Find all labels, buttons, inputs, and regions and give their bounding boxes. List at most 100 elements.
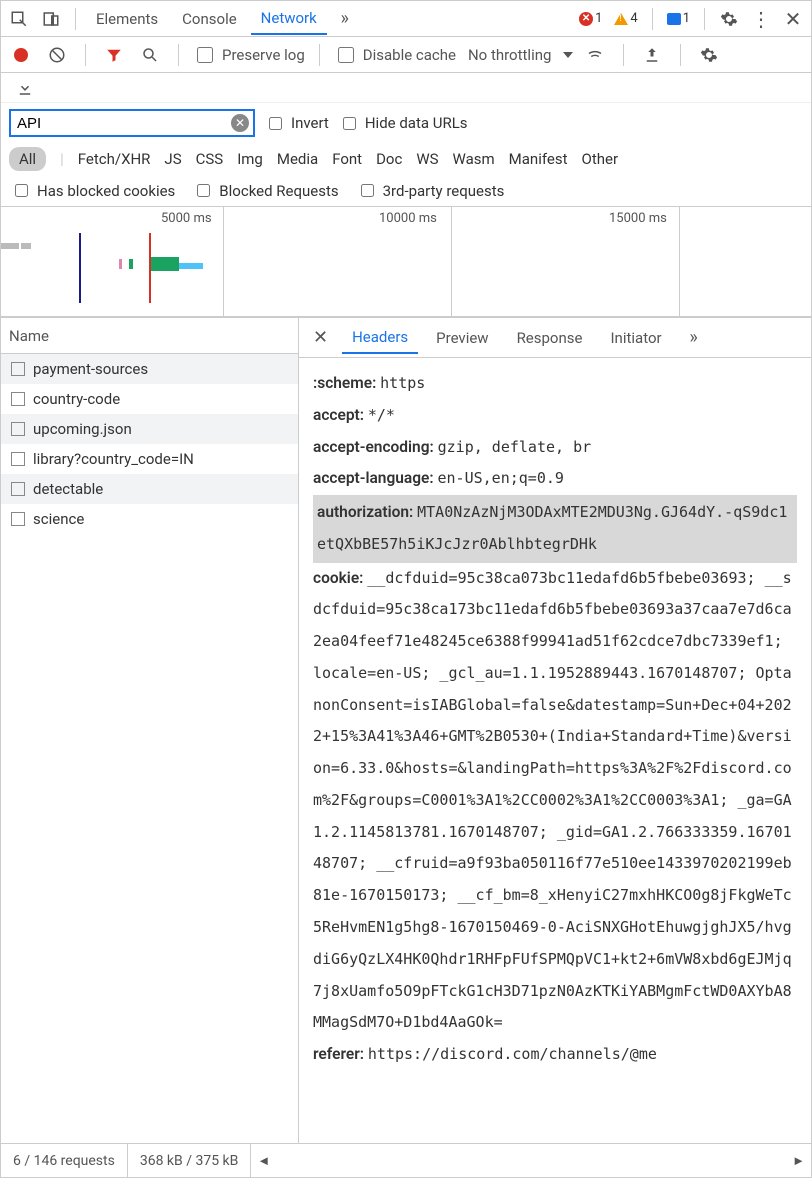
invert-label: Invert [291,114,329,132]
warning-count: 4 [630,11,637,26]
filter-input-container: ✕ [9,109,255,137]
request-list: payment-sources country-code upcoming.json… [1,354,298,1143]
close-devtools-icon[interactable]: ✕ [779,5,807,33]
filter-doc[interactable]: Doc [376,150,402,168]
filter-icon[interactable] [100,41,128,69]
tab-headers[interactable]: Headers [342,322,418,354]
request-details-pane: ✕ Headers Preview Response Initiator » :… [299,318,811,1143]
more-details-tabs-icon[interactable]: » [680,324,708,352]
clear-filter-icon[interactable]: ✕ [231,114,249,132]
separator [704,8,705,30]
close-details-icon[interactable]: ✕ [307,327,334,348]
separator [680,44,681,66]
status-size: 368 kB / 375 kB [128,1144,252,1177]
header-accept-language: accept-language: en-US,en;q=0.9 [313,463,797,495]
preserve-log-label: Preserve log [222,46,305,64]
third-party-label: 3rd-party requests [383,182,505,200]
request-list-pane: Name payment-sources country-code upcoming… [1,318,299,1143]
error-badge[interactable]: ✕ 1 [575,9,606,28]
invert-checkbox[interactable]: Invert [265,114,329,133]
tab-preview[interactable]: Preview [426,323,498,353]
third-party-checkbox[interactable]: 3rd-party requests [357,181,505,200]
devtools-main-tabs: Elements Console Network » ✕ 1 4 1 ⋮ ✕ [1,1,811,37]
request-row[interactable]: upcoming.json [1,414,298,444]
filter-ws[interactable]: WS [416,150,438,168]
record-button[interactable] [7,41,35,69]
filter-font[interactable]: Font [332,150,362,168]
timeline-tick-2: 10000 ms [379,211,437,226]
header-referer: referer: https://discord.com/channels/@m… [313,1039,797,1071]
settings-icon[interactable] [715,5,743,33]
request-name: country-code [33,390,120,408]
separator [85,44,86,66]
request-name: detectable [33,480,103,498]
filter-all[interactable]: All [9,147,46,171]
request-row[interactable]: country-code [1,384,298,414]
message-count: 1 [683,11,690,26]
horizontal-scrollbar[interactable]: ◄ ► [251,1153,811,1169]
network-toolbar: Preserve log Disable cache No throttling [1,37,811,73]
resource-type-filters: All | Fetch/XHR JS CSS Img Media Font Do… [1,143,811,175]
wifi-icon[interactable] [581,41,609,69]
separator [178,44,179,66]
filter-css[interactable]: CSS [196,150,224,168]
search-icon[interactable] [136,41,164,69]
warning-badge[interactable]: 4 [610,9,641,28]
headers-body: :scheme: https accept: */* accept-encodi… [299,358,811,1143]
filter-row: ✕ Invert Hide data URLs [1,103,811,143]
tab-console[interactable]: Console [172,4,247,34]
status-request-count: 6 / 146 requests [1,1144,128,1177]
hide-data-urls-checkbox[interactable]: Hide data URLs [339,114,468,133]
tab-response[interactable]: Response [507,323,593,353]
filter-manifest[interactable]: Manifest [509,150,568,168]
tab-network[interactable]: Network [251,3,327,35]
request-row[interactable]: payment-sources [1,354,298,384]
header-accept: accept: */* [313,400,797,432]
throttling-dropdown[interactable]: No throttling [464,46,555,64]
scroll-left-icon[interactable]: ◄ [257,1153,270,1169]
file-icon [11,512,25,526]
error-count: 1 [595,11,602,26]
network-timeline[interactable]: 5000 ms 10000 ms 15000 ms [1,207,811,317]
device-toggle-icon[interactable] [37,5,65,33]
preserve-log-checkbox[interactable]: Preserve log [193,44,305,66]
inspect-icon[interactable] [5,5,33,33]
filter-js[interactable]: JS [164,150,181,168]
request-list-header[interactable]: Name [1,318,298,354]
warning-triangle-icon [614,13,628,25]
request-name: upcoming.json [33,420,132,438]
network-settings-icon[interactable] [695,41,723,69]
scroll-right-icon[interactable]: ► [792,1153,805,1169]
kebab-menu-icon[interactable]: ⋮ [747,5,775,33]
clear-button[interactable] [43,41,71,69]
request-row[interactable]: science [1,504,298,534]
filter-media[interactable]: Media [277,150,318,168]
file-icon [11,482,25,496]
tab-initiator[interactable]: Initiator [600,323,671,353]
request-row[interactable]: library?country_code=IN [1,444,298,474]
blocked-requests-label: Blocked Requests [219,182,338,200]
blocked-cookies-checkbox[interactable]: Has blocked cookies [11,181,175,200]
filter-input[interactable] [15,114,231,133]
chevron-down-icon[interactable] [563,52,573,58]
header-accept-encoding: accept-encoding: gzip, deflate, br [313,432,797,464]
file-icon [11,362,25,376]
filter-img[interactable]: Img [237,150,263,168]
message-square-icon [667,13,681,25]
message-badge[interactable]: 1 [663,9,694,28]
upload-icon[interactable] [638,41,666,69]
request-row[interactable]: detectable [1,474,298,504]
filter-wasm[interactable]: Wasm [453,150,495,168]
disable-cache-label: Disable cache [363,46,456,64]
tab-elements[interactable]: Elements [86,4,168,34]
header-scheme: :scheme: https [313,368,797,400]
header-cookie: cookie: __dcfduid=95c38ca073bc11edafd6b5… [313,563,797,1039]
blocked-requests-checkbox[interactable]: Blocked Requests [193,181,338,200]
disable-cache-checkbox[interactable]: Disable cache [334,44,456,66]
download-icon[interactable] [11,74,39,102]
filter-fetch[interactable]: Fetch/XHR [78,150,151,168]
file-icon [11,452,25,466]
details-tabs: ✕ Headers Preview Response Initiator » [299,318,811,358]
filter-other[interactable]: Other [582,150,619,168]
more-tabs-icon[interactable]: » [331,5,359,33]
